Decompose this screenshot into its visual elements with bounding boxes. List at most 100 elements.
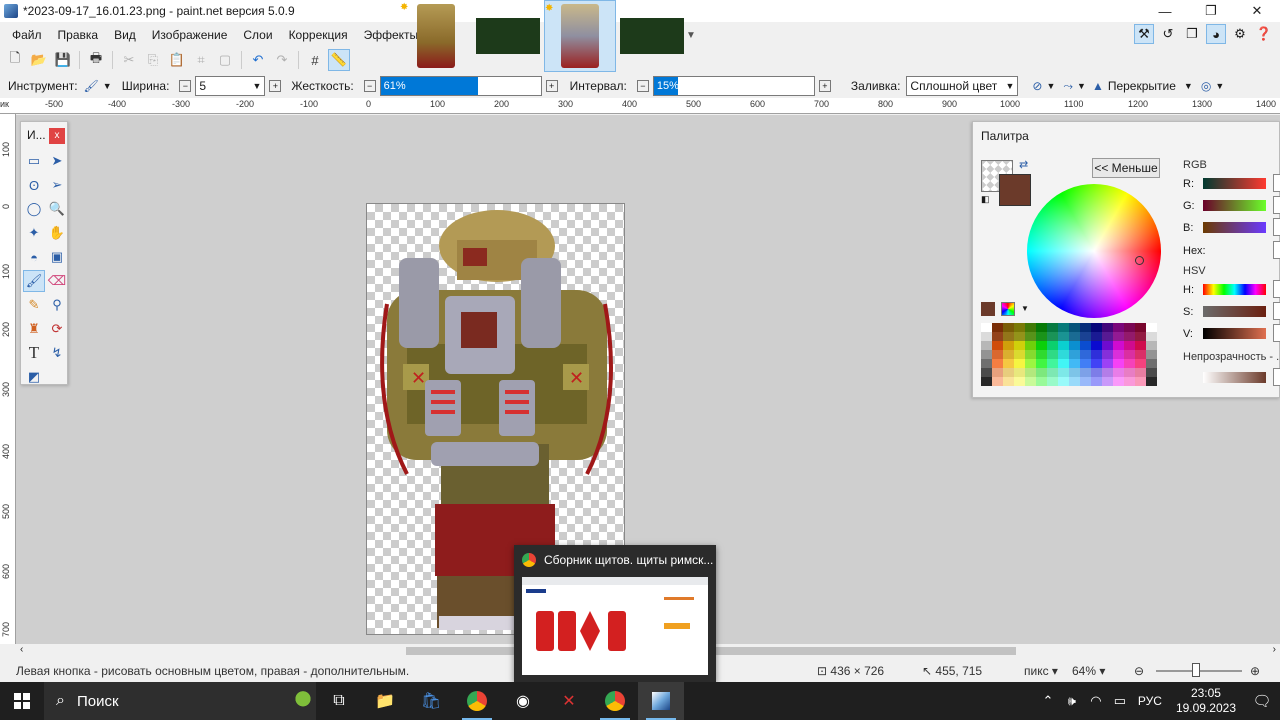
palette-swatch[interactable]	[992, 350, 1003, 359]
chrome-taskbar-icon[interactable]	[454, 682, 500, 720]
gear-icon[interactable]: ⚙	[1230, 24, 1250, 44]
palette-swatch[interactable]	[1014, 332, 1025, 341]
deselect-icon[interactable]: ▢	[214, 49, 236, 71]
palette-swatch[interactable]	[1047, 359, 1058, 368]
palette-swatch[interactable]	[1080, 350, 1091, 359]
palette-swatch[interactable]	[1025, 377, 1036, 386]
palette-swatch[interactable]	[1025, 332, 1036, 341]
palette-swatch[interactable]	[1025, 323, 1036, 332]
colors-icon[interactable]: ◕	[1206, 24, 1226, 44]
palette-swatch[interactable]	[1080, 323, 1091, 332]
secondary-color-swatch[interactable]	[999, 174, 1031, 206]
chevron-down-icon[interactable]: ▼	[686, 30, 696, 41]
palette-swatch[interactable]	[1036, 323, 1047, 332]
palette-swatch[interactable]	[1080, 341, 1091, 350]
value-slider[interactable]	[1203, 328, 1266, 339]
spacing-increase-button[interactable]: +	[818, 80, 831, 92]
palette-swatch[interactable]	[1080, 377, 1091, 386]
color-picker-tool-icon[interactable]: ⚲	[46, 294, 68, 316]
hex-input[interactable]	[1273, 241, 1280, 259]
palette-swatch[interactable]	[1036, 341, 1047, 350]
palette-swatch[interactable]	[1025, 350, 1036, 359]
palette-swatch[interactable]	[1113, 332, 1124, 341]
palette-swatch[interactable]	[1003, 341, 1014, 350]
palette-swatch[interactable]	[1102, 341, 1113, 350]
saturation-value-input[interactable]	[1273, 302, 1280, 320]
width-input[interactable]: 5 ▼	[195, 76, 266, 96]
palette-swatch[interactable]	[1102, 359, 1113, 368]
undo-icon[interactable]: ↶	[247, 49, 269, 71]
image-tab-4[interactable]	[616, 0, 688, 72]
chevron-down-icon[interactable]: ▼	[103, 81, 112, 91]
zoom-tool-icon[interactable]: 🔍	[46, 198, 68, 220]
palette-swatch[interactable]	[1058, 332, 1069, 341]
palette-swatch[interactable]	[1047, 377, 1058, 386]
task-view-icon[interactable]: ⧉	[316, 682, 362, 720]
reset-colors-icon[interactable]: ◧	[981, 194, 990, 205]
palette-swatch[interactable]	[1091, 350, 1102, 359]
chrome-window-preview[interactable]: Сборник щитов. щиты римск...	[514, 545, 716, 682]
chevron-up-icon[interactable]: ⌃	[1036, 693, 1060, 709]
gradient-tool-icon[interactable]: ▣	[46, 246, 68, 268]
move-selection-tool-icon[interactable]: ➢	[46, 174, 68, 196]
menu-view[interactable]: Вид	[106, 25, 144, 45]
brush-tool-icon[interactable]: 🖌	[84, 79, 99, 93]
palette-swatch[interactable]	[1003, 332, 1014, 341]
width-decrease-button[interactable]: −	[179, 80, 192, 92]
palette-swatch[interactable]	[1047, 323, 1058, 332]
minimize-button[interactable]: —	[1142, 0, 1188, 22]
palette-swatches[interactable]	[981, 323, 1161, 391]
palette-swatch[interactable]	[1047, 341, 1058, 350]
palette-swatch[interactable]	[1102, 332, 1113, 341]
palette-swatch[interactable]	[1003, 359, 1014, 368]
blend-mode-value[interactable]: Перекрытие	[1108, 79, 1176, 93]
palette-swatch[interactable]	[1135, 332, 1146, 341]
volume-icon[interactable]: 🕪	[1060, 693, 1084, 709]
palette-swatch[interactable]	[1058, 350, 1069, 359]
palette-swatch[interactable]	[1047, 368, 1058, 377]
alpha-blending-icon[interactable]: ⤳	[1063, 79, 1073, 94]
chevron-down-icon[interactable]: ▼	[1021, 304, 1029, 313]
palette-swatch[interactable]	[992, 359, 1003, 368]
palette-swatch[interactable]	[1113, 368, 1124, 377]
spacing-decrease-button[interactable]: −	[636, 80, 649, 92]
store-icon[interactable]: 🛍	[408, 682, 454, 720]
clock[interactable]: 23:05 19.09.2023	[1176, 686, 1236, 716]
palette-swatch[interactable]	[1113, 359, 1124, 368]
palette-swatch[interactable]	[981, 323, 992, 332]
palette-swatch[interactable]	[1146, 359, 1157, 368]
palette-swatch[interactable]	[1036, 368, 1047, 377]
paste-icon[interactable]: 📋	[166, 49, 188, 71]
crop-icon[interactable]: ⌗	[190, 49, 212, 71]
battery-icon[interactable]: ▭	[1108, 693, 1132, 709]
file-explorer-icon[interactable]: 📁	[362, 682, 408, 720]
chevron-down-icon[interactable]: ▼	[1215, 81, 1224, 91]
palette-swatch[interactable]	[1014, 359, 1025, 368]
opacity-value-input[interactable]	[1273, 368, 1280, 386]
menu-image[interactable]: Изображение	[144, 25, 236, 45]
image-tab-1[interactable]: ✸	[400, 0, 472, 72]
palette-swatch[interactable]	[1146, 368, 1157, 377]
palette-swatch[interactable]	[1047, 332, 1058, 341]
media-player-icon[interactable]: ◉	[500, 682, 546, 720]
palette-swatch[interactable]	[1014, 323, 1025, 332]
rulers-icon[interactable]: 📏	[328, 49, 350, 71]
scroll-right-arrow-icon[interactable]: ›	[1273, 644, 1276, 655]
palette-swatch[interactable]	[1124, 323, 1135, 332]
print-icon[interactable]: 🖶	[85, 49, 107, 71]
antialiasing-icon[interactable]: ⊘	[1032, 79, 1042, 93]
palette-swatch[interactable]	[1113, 323, 1124, 332]
palette-swatch[interactable]	[1124, 359, 1135, 368]
palette-swatch[interactable]	[1058, 341, 1069, 350]
palette-swatch[interactable]	[1091, 332, 1102, 341]
palette-swatch[interactable]	[1091, 341, 1102, 350]
hardness-decrease-button[interactable]: −	[363, 80, 376, 92]
palette-swatch[interactable]	[1025, 359, 1036, 368]
palette-swatch[interactable]	[1025, 341, 1036, 350]
selection-clip-icon[interactable]: ◎	[1201, 79, 1211, 93]
hardness-increase-button[interactable]: +	[545, 80, 558, 92]
palette-swatch[interactable]	[981, 332, 992, 341]
palette-swatch[interactable]	[1003, 350, 1014, 359]
restore-button[interactable]: ❐	[1188, 0, 1234, 22]
image-tab-3-active[interactable]: ✸	[544, 0, 616, 72]
